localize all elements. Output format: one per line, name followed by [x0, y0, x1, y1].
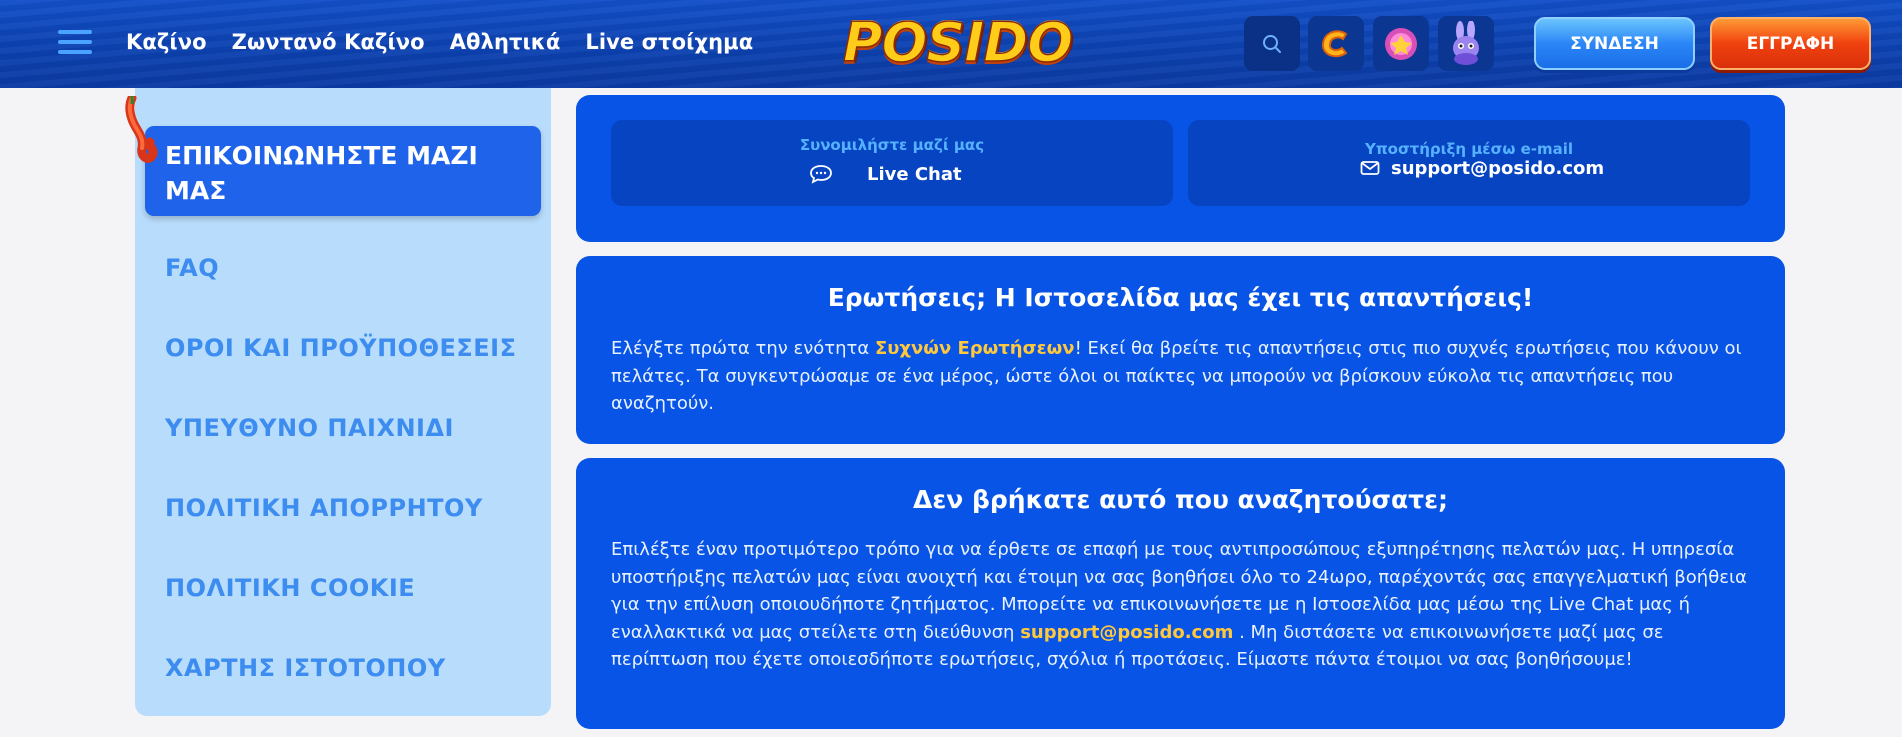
email-support-option[interactable]: Υποστήριξη μέσω e-mail support@posido.co… — [1188, 120, 1750, 206]
sidebar-item-privacy-policy[interactable]: ΠΟΛΙΤΙΚΗ ΑΠΟΡΡΗΤΟΥ — [165, 494, 483, 522]
support-card-text: Επιλέξτε έναν προτιμότερο τρόπο για να έ… — [611, 536, 1756, 674]
nav-sports[interactable]: Αθλητικά — [450, 30, 561, 54]
search-button[interactable] — [1244, 16, 1300, 71]
promo-c-button[interactable] — [1308, 16, 1364, 71]
sidebar-item-faq[interactable]: FAQ — [165, 254, 219, 282]
email-support-label: Υποστήριξη μέσω e-mail — [1364, 140, 1574, 158]
search-icon — [1263, 34, 1281, 53]
contact-options-card: Συνομιλήστε μαζί μας Live Chat Υποστήριξ… — [576, 95, 1785, 242]
sidebar-item-cookie-policy[interactable]: ΠΟΛΙΤΙΚΗ COOKIE — [165, 574, 415, 602]
rabbit-mascot-icon — [1453, 20, 1479, 65]
faq-info-card: Ερωτήσεις; Η Ιστοσελίδα μας έχει τις απα… — [576, 256, 1785, 444]
live-chat-option[interactable]: Συνομιλήστε μαζί μας Live Chat — [611, 120, 1173, 206]
sidebar-item-terms[interactable]: ΟΡΟΙ ΚΑΙ ΠΡΟΫΠΟΘΕΣΕΙΣ — [165, 334, 517, 362]
nav-live-betting[interactable]: Live στοίχημα — [585, 30, 753, 54]
logo-wordmark: POSIDO — [842, 10, 1074, 75]
chat-bubble-icon — [810, 165, 832, 184]
live-chat-link[interactable]: Live Chat — [867, 164, 962, 185]
main-nav: Καζίνο Ζωντανό Καζίνο Αθλητικά Live στοί… — [126, 30, 753, 54]
register-button[interactable]: ΕΓΓΡΑΦΗ — [1710, 17, 1871, 70]
info-sidebar: ΕΠΙΚΟΙΝΩΝΗΣΤΕ ΜΑΖΙ ΜΑΣ FAQ ΟΡΟΙ ΚΑΙ ΠΡΟΫ… — [135, 88, 551, 716]
live-chat-label: Συνομιλήστε μαζί μας — [799, 136, 985, 154]
nav-live-casino[interactable]: Ζωντανό Καζίνο — [232, 30, 425, 54]
login-button[interactable]: ΣΥΝΔΕΣΗ — [1534, 17, 1695, 70]
sidebar-item-sitemap[interactable]: ΧΑΡΤΗΣ ΙΣΤΟΤΟΠΟΥ — [165, 654, 446, 682]
support-info-card: Δεν βρήκατε αυτό που αναζητούσατε; Επιλέ… — [576, 458, 1785, 729]
top-header: Καζίνο Ζωντανό Καζίνο Αθλητικά Live στοί… — [0, 0, 1902, 88]
promo-gem-button[interactable] — [1373, 16, 1429, 71]
nav-casino[interactable]: Καζίνο — [126, 30, 207, 54]
promo-rabbit-button[interactable] — [1438, 16, 1494, 71]
support-card-title: Δεν βρήκατε αυτό που αναζητούσατε; — [913, 485, 1448, 514]
sidebar-item-contact-us[interactable]: ΕΠΙΚΟΙΝΩΝΗΣΤΕ ΜΑΖΙ ΜΑΣ — [145, 126, 541, 216]
gem-bonus-icon — [1385, 27, 1417, 60]
support-email-link[interactable]: support@posido.com — [1020, 622, 1233, 643]
sidebar-item-label: ΜΑΣ — [165, 176, 227, 205]
menu-icon[interactable] — [58, 28, 92, 56]
posido-logo[interactable]: POSIDO — [842, 10, 1074, 75]
octopus-mascot-icon — [125, 96, 158, 163]
mail-icon — [1360, 161, 1380, 175]
sidebar-item-label: ΕΠΙΚΟΙΝΩΝΗΣΤΕ ΜΑΖΙ — [165, 141, 478, 170]
faq-card-text: Ελέγξτε πρώτα την ενότητα Συχνών Ερωτήσε… — [611, 335, 1756, 418]
faq-section-link[interactable]: Συχνών Ερωτήσεων — [875, 338, 1075, 359]
email-support-link[interactable]: support@posido.com — [1391, 158, 1604, 179]
sidebar-item-responsible-gaming[interactable]: ΥΠΕΥΘΥΝΟ ΠΑΙΧΝΙΔΙ — [165, 414, 454, 442]
faq-card-title: Ερωτήσεις; Η Ιστοσελίδα μας έχει τις απα… — [827, 283, 1534, 312]
c-coin-icon — [1322, 29, 1348, 57]
faq-text-intro: Ελέγξτε πρώτα την ενότητα — [611, 338, 875, 359]
